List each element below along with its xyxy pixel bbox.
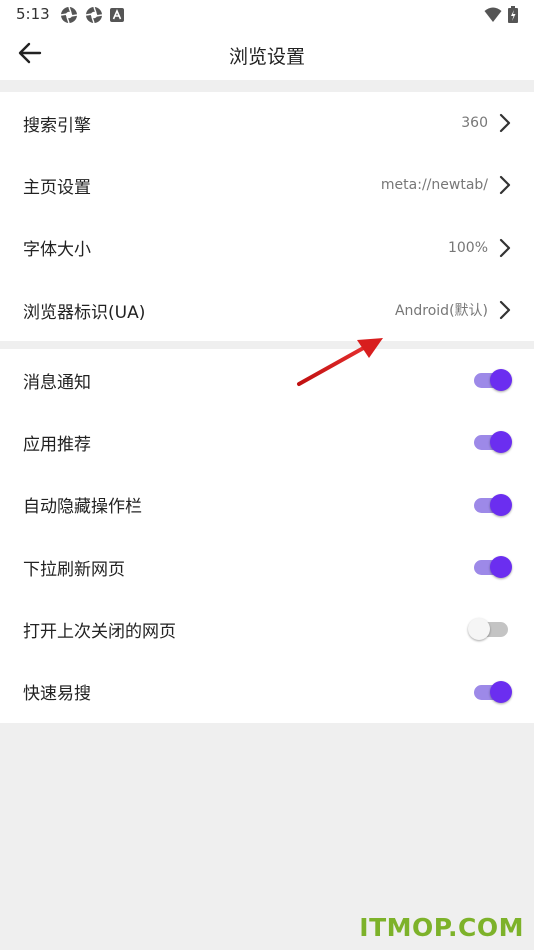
row-label: 应用推荐 [23, 434, 91, 455]
font-size-row[interactable]: 字体大小 100% [0, 217, 534, 279]
row-label: 下拉刷新网页 [23, 559, 125, 580]
aperture-icon [85, 6, 103, 28]
row-label: 快速易搜 [23, 684, 91, 705]
user-agent-row[interactable]: 浏览器标识(UA) Android(默认) [0, 279, 534, 341]
row-label: 打开上次关闭的网页 [23, 621, 176, 642]
aperture-icon [60, 6, 78, 28]
row-value: 100% [447, 239, 488, 256]
search-engine-row[interactable]: 搜索引擎 360 [0, 92, 534, 154]
status-time: 5:13 [16, 5, 50, 23]
pull-to-refresh-row: 下拉刷新网页 [0, 536, 534, 598]
row-label: 主页设置 [23, 177, 91, 198]
row-label: 消息通知 [23, 372, 91, 393]
chevron-right-icon [498, 237, 512, 259]
quick-search-toggle[interactable] [472, 679, 512, 705]
row-label: 自动隐藏操作栏 [23, 497, 142, 518]
row-value: Android(默认) [394, 303, 488, 320]
row-label: 搜索引擎 [23, 115, 91, 136]
auto-hide-toolbar-row: 自动隐藏操作栏 [0, 474, 534, 536]
chevron-right-icon [498, 299, 512, 321]
row-label: 字体大小 [23, 240, 91, 261]
chevron-right-icon [498, 174, 512, 196]
battery-icon [508, 6, 518, 27]
row-value: meta://newtab/ [380, 177, 488, 194]
restore-closed-pages-toggle[interactable] [468, 616, 512, 642]
section-divider [0, 80, 534, 92]
app-recommend-toggle[interactable] [472, 429, 512, 455]
status-bar: 5:13 [0, 0, 534, 30]
homepage-setting-row[interactable]: 主页设置 meta://newtab/ [0, 154, 534, 216]
chevron-right-icon [498, 112, 512, 134]
row-value: 360 [461, 115, 488, 132]
wifi-icon [484, 7, 502, 27]
watermark: ITMOP.COM [359, 913, 524, 942]
toggle-settings-section: 消息通知 应用推荐 自动隐藏操作栏 下拉刷新网页 打开上次关闭的网页 快速易搜 [0, 349, 534, 723]
pull-to-refresh-toggle[interactable] [472, 554, 512, 580]
navigation-settings-section: 搜索引擎 360 主页设置 meta://newtab/ 字体大小 100% 浏… [0, 92, 534, 342]
quick-search-row: 快速易搜 [0, 660, 534, 722]
app-bar: 浏览设置 [0, 30, 534, 80]
page-title: 浏览设置 [228, 46, 305, 68]
auto-hide-toolbar-toggle[interactable] [472, 492, 512, 518]
section-divider [0, 341, 534, 349]
restore-closed-pages-row: 打开上次关闭的网页 [0, 598, 534, 660]
row-label: 浏览器标识(UA) [23, 302, 146, 323]
app-recommend-row: 应用推荐 [0, 411, 534, 473]
notifications-toggle[interactable] [472, 367, 512, 393]
a-badge-icon [110, 6, 124, 28]
notifications-row: 消息通知 [0, 349, 534, 411]
